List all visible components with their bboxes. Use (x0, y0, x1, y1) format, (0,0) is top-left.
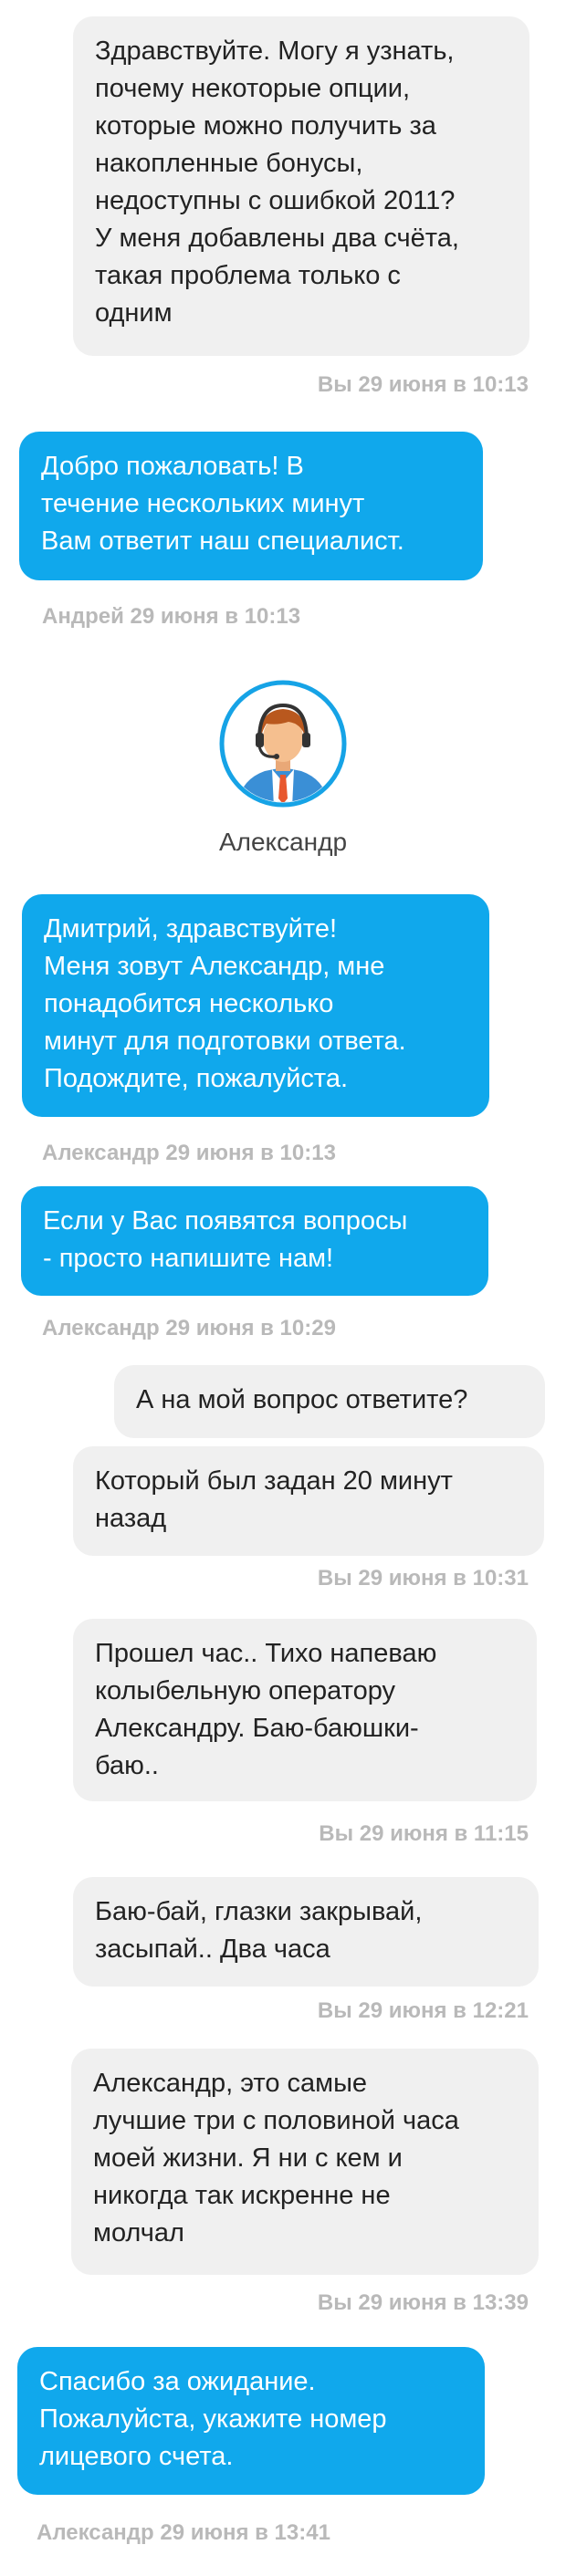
message-meta: Вы 29 июня в 11:15 (319, 1821, 529, 1846)
message-meta: Александр 29 июня в 10:29 (42, 1316, 336, 1340)
user-message: Который был задан 20 минут назад (73, 1446, 544, 1556)
user-message: Здравствуйте. Могу я узнать, почему неко… (73, 16, 529, 356)
message-meta: Александр 29 июня в 10:13 (42, 1141, 336, 1165)
message-meta: Вы 29 июня в 13:39 (317, 2290, 529, 2315)
agent-name: Александр (218, 828, 348, 856)
operator-message: Если у Вас появятся вопросы - просто нап… (21, 1186, 488, 1296)
chat-transcript: Здравствуйте. Могу я узнать, почему неко… (0, 0, 566, 2576)
message-meta: Вы 29 июня в 12:21 (317, 1998, 529, 2023)
message-meta: Вы 29 июня в 10:31 (317, 1566, 529, 1590)
user-message: Прошел час.. Тихо напеваю колыбельную оп… (73, 1619, 537, 1801)
operator-message: Спасибо за ожидание. Пожалуйста, укажите… (17, 2347, 485, 2495)
message-meta: Александр 29 июня в 13:41 (37, 2520, 330, 2545)
message-meta: Вы 29 июня в 10:13 (317, 372, 529, 397)
operator-headset-avatar-icon (219, 680, 347, 808)
user-message: А на мой вопрос ответите? (114, 1365, 545, 1438)
operator-message: Дмитрий, здравствуйте! Меня зовут Алекса… (22, 894, 489, 1117)
message-meta: Андрей 29 июня в 10:13 (42, 604, 301, 629)
user-message: Александр, это самые лучшие три с полови… (71, 2049, 539, 2275)
operator-message: Добро пожаловать! В течение нескольких м… (19, 432, 483, 580)
user-message: Баю-бай, глазки закрывай, засыпай.. Два … (73, 1877, 539, 1987)
